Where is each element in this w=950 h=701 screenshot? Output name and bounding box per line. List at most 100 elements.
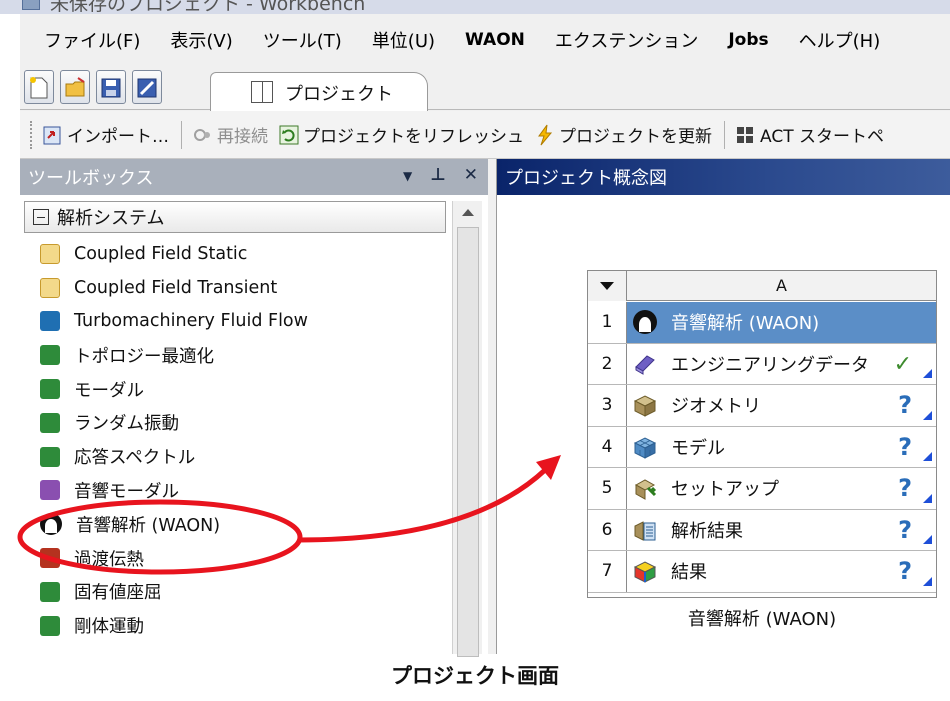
toolbox-item-label: 音響モーダル <box>74 481 179 502</box>
update-project-button[interactable]: プロジェクトを更新 <box>534 122 712 147</box>
toolbox-scrollbar[interactable] <box>452 201 482 657</box>
save-project-button[interactable] <box>96 70 126 104</box>
toolbox-item[interactable]: モーダル <box>20 372 450 406</box>
system-cell[interactable]: 音響解析 (WAON) <box>627 302 936 343</box>
reconnect-button[interactable]: 再接続 <box>192 122 268 147</box>
toolbox-item[interactable]: Coupled Field Static <box>20 237 450 271</box>
cell-number: 5 <box>588 468 627 509</box>
cell-number: 7 <box>588 551 627 592</box>
import-icon <box>42 124 64 146</box>
cell-label: 音響解析 (WAON) <box>671 313 820 335</box>
lightning-icon <box>534 124 556 146</box>
act-label: ACT スタートペ <box>760 127 884 147</box>
toolbox-item-label: 音響解析 (WAON) <box>76 515 221 536</box>
toolbox-item[interactable]: 固有値座屈 <box>20 575 450 609</box>
import-button[interactable]: インポート… <box>42 122 169 147</box>
act-grid-icon <box>735 124 757 146</box>
system-cell[interactable]: エンジニアリングデータ ✓ <box>627 344 936 385</box>
system-cell-row[interactable]: 5 セットアップ ? <box>588 468 936 510</box>
toolbox-item[interactable]: 剛体運動 <box>20 609 450 643</box>
scroll-up-icon[interactable] <box>462 209 474 216</box>
window-title: 未保存のプロジェクト - Workbench <box>50 0 366 14</box>
acoustic-modal-icon <box>40 480 60 501</box>
toolbox-item[interactable]: トポロジー最適化 <box>20 338 450 372</box>
schematic-header: プロジェクト概念図 <box>497 159 950 195</box>
menu-extensions[interactable]: エクステンション <box>555 27 698 53</box>
open-project-button[interactable] <box>60 70 90 104</box>
toolbar-grip[interactable] <box>30 120 36 149</box>
menu-waon[interactable]: WAON <box>465 30 525 50</box>
workbench-window: ファイル(F) 表示(V) ツール(T) 単位(U) WAON エクステンション… <box>20 14 950 657</box>
pin-icon[interactable]: ⊥ <box>430 165 446 187</box>
menu-units[interactable]: 単位(U) <box>372 27 435 53</box>
new-project-button[interactable] <box>24 70 54 104</box>
system-cell-row[interactable]: 3 ジオメトリ ? <box>588 385 936 427</box>
tab-project[interactable]: プロジェクト <box>210 72 428 111</box>
cell-status-corner-icon <box>923 369 932 378</box>
cell-status-corner-icon <box>923 452 932 461</box>
toolbox-item[interactable]: 応答スペクトル <box>20 440 450 474</box>
cell-label: エンジニアリングデータ <box>671 354 869 376</box>
refresh-project-button[interactable]: プロジェクトをリフレッシュ <box>278 122 524 147</box>
cell-label: モデル <box>671 437 725 459</box>
system-name-caption[interactable]: 音響解析 (WAON) <box>587 605 937 631</box>
analysis-system-block[interactable]: A 1 音響解析 (WAON) 2 エンジニアリングデータ ✓ 3 ジオメトリ … <box>587 270 937 598</box>
system-cell-row[interactable]: 2 エンジニアリングデータ ✓ <box>588 343 936 385</box>
toolbox-item-label: ランダム振動 <box>74 414 179 435</box>
toolbox-header: ツールボックス ▼ ⊥ ✕ <box>20 159 488 195</box>
refresh-label: プロジェクトをリフレッシュ <box>303 127 524 147</box>
category-analysis-systems[interactable]: 解析システム <box>24 201 446 233</box>
setup-icon <box>633 476 657 501</box>
collapse-icon[interactable] <box>33 209 49 225</box>
toolbox-item[interactable]: Turbomachinery Fluid Flow <box>20 305 450 339</box>
response-spectrum-icon <box>40 446 60 467</box>
menu-file[interactable]: ファイル(F) <box>44 27 140 53</box>
cell-number: 6 <box>588 509 627 550</box>
question-icon: ? <box>898 391 912 419</box>
cell-status-corner-icon <box>923 493 932 503</box>
toolbox-title: ツールボックス <box>28 168 154 189</box>
menu-view[interactable]: 表示(V) <box>170 27 232 53</box>
system-cell-row[interactable]: 1 音響解析 (WAON) <box>588 302 936 344</box>
toolbox-item[interactable]: Coupled Field Transient <box>20 271 450 305</box>
toolbox-item-label: Turbomachinery Fluid Flow <box>74 311 308 332</box>
system-cell[interactable]: ジオメトリ ? <box>627 385 936 426</box>
menu-tools[interactable]: ツール(T) <box>263 27 342 53</box>
toolbar-separator <box>181 120 182 149</box>
system-header: A <box>588 271 936 301</box>
project-tab-icon <box>251 81 273 103</box>
scroll-thumb[interactable] <box>457 227 479 657</box>
toolbox-item-label: 応答スペクトル <box>74 448 196 469</box>
dropdown-icon[interactable]: ▼ <box>403 165 412 187</box>
toolbox-item[interactable]: ランダム振動 <box>20 406 450 440</box>
act-start-page-button[interactable]: ACT スタートペ <box>735 122 884 147</box>
toolbox-item-waon[interactable]: 音響解析 (WAON) <box>20 507 450 541</box>
system-cell-row[interactable]: 4 モデル ? <box>588 426 936 468</box>
toolbox-panel: ツールボックス ▼ ⊥ ✕ 解析システム Coupled Field Stati… <box>20 159 488 657</box>
system-cell[interactable]: セットアップ ? <box>627 468 936 509</box>
refresh-icon <box>278 124 300 146</box>
system-menu-arrow-icon[interactable] <box>588 271 627 301</box>
system-cell[interactable]: 結果 ? <box>627 551 936 592</box>
system-cell-row[interactable]: 7 結果 ? <box>588 551 936 593</box>
solution-icon <box>633 518 657 542</box>
menu-help[interactable]: ヘルプ(H) <box>799 27 881 53</box>
save-as-button[interactable] <box>132 70 162 104</box>
close-icon[interactable]: ✕ <box>464 165 478 187</box>
system-cell-row[interactable]: 6 解析結果 ? <box>588 509 936 551</box>
cell-number: 3 <box>588 385 627 426</box>
category-label: 解析システム <box>57 208 165 229</box>
model-icon <box>633 435 657 459</box>
toolbox-item[interactable]: 過渡伝熱 <box>20 541 450 575</box>
toolbar-separator <box>724 120 725 149</box>
project-toolbar: インポート… 再接続 プロジェクトをリフレッシュ プロジェクトを更新 ACT ス… <box>20 111 950 159</box>
system-cell[interactable]: 解析結果 ? <box>627 510 936 551</box>
cell-label: 解析結果 <box>671 520 743 542</box>
system-cell[interactable]: モデル ? <box>627 427 936 468</box>
menu-jobs[interactable]: Jobs <box>728 30 768 50</box>
toolbox-item[interactable]: 音響モーダル <box>20 474 450 508</box>
engineering-data-icon <box>633 352 657 376</box>
update-label: プロジェクトを更新 <box>559 127 712 147</box>
tab-project-label: プロジェクト <box>285 84 393 105</box>
modal-icon <box>40 379 60 400</box>
